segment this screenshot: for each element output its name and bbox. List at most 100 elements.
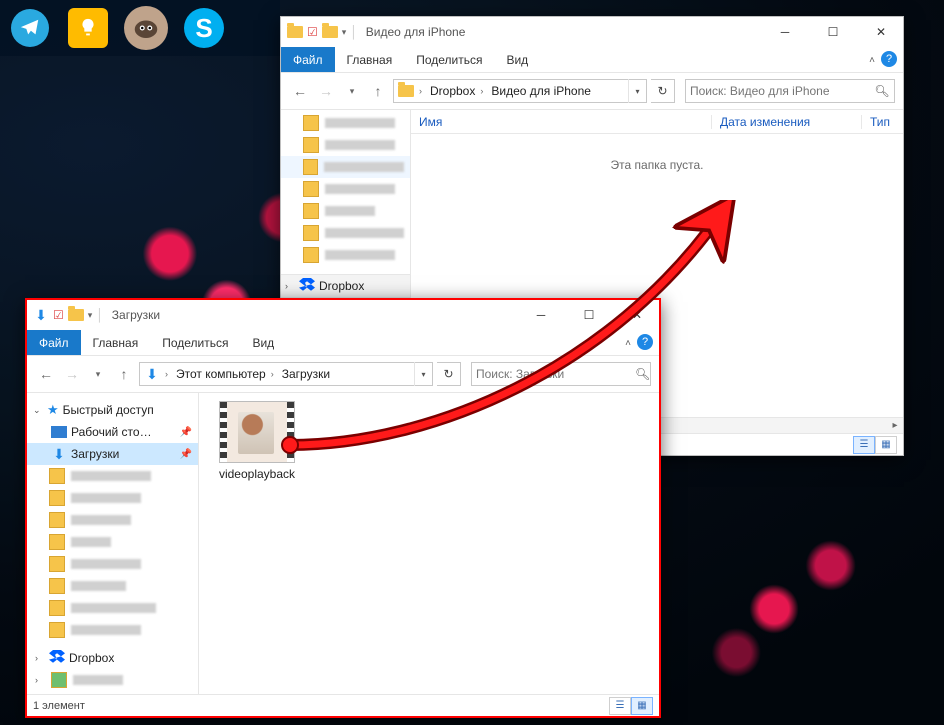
nav-up-button[interactable]: ↑: [367, 80, 389, 102]
tree-item-quick-access[interactable]: ⌄ ★ Быстрый доступ: [27, 399, 198, 421]
help-icon[interactable]: ?: [637, 334, 653, 350]
close-button[interactable]: ✕: [859, 18, 903, 46]
tree-item[interactable]: [27, 619, 198, 641]
tree-item[interactable]: [27, 553, 198, 575]
minimize-button[interactable]: ─: [763, 18, 807, 46]
window-title: Видео для iPhone: [366, 25, 466, 39]
downloads-icon: ⬇: [144, 366, 160, 382]
search-input[interactable]: [686, 84, 870, 98]
search-input[interactable]: [472, 367, 635, 381]
tree-item[interactable]: [27, 531, 198, 553]
tree-label: Dropbox: [69, 651, 114, 665]
tree-item[interactable]: [27, 509, 198, 531]
tree-item[interactable]: [281, 112, 410, 134]
view-details-button[interactable]: ☰: [609, 697, 631, 715]
titlebar[interactable]: ☑ ▾ │ Видео для iPhone ─ ☐ ✕: [281, 17, 903, 47]
minimize-button[interactable]: ─: [519, 301, 563, 329]
nav-forward-button[interactable]: →: [315, 80, 337, 102]
content-pane[interactable]: videoplayback: [199, 393, 659, 694]
tree-item[interactable]: [281, 222, 410, 244]
window-title: Загрузки: [112, 308, 160, 322]
taskbar-app-gimp[interactable]: [118, 0, 174, 56]
taskbar-app-keep[interactable]: [60, 0, 116, 56]
telegram-icon: [11, 9, 49, 47]
nav-forward-button[interactable]: →: [61, 363, 83, 385]
tree-item[interactable]: [27, 465, 198, 487]
refresh-button[interactable]: ↻: [437, 362, 461, 386]
tree-item[interactable]: [281, 200, 410, 222]
skype-icon: S: [184, 8, 224, 48]
view-details-button[interactable]: ☰: [853, 436, 875, 454]
breadcrumb-bar[interactable]: › Dropbox› Видео для iPhone ▾: [393, 79, 647, 103]
taskbar-app-telegram[interactable]: [2, 0, 58, 56]
ribbon-tab-home[interactable]: Главная: [81, 330, 151, 355]
ribbon-collapse-icon[interactable]: ˄: [625, 338, 631, 349]
folder-icon: [287, 26, 303, 38]
taskbar-app-skype[interactable]: S: [176, 0, 232, 56]
close-button[interactable]: ✕: [615, 301, 659, 329]
tree-item-dropbox[interactable]: › Dropbox: [27, 647, 198, 669]
tree-item[interactable]: [27, 575, 198, 597]
column-headers[interactable]: Имя Дата изменения Тип: [411, 110, 903, 134]
ribbon-tab-view[interactable]: Вид: [494, 47, 540, 72]
view-icons-button[interactable]: ▦: [875, 436, 897, 454]
dropbox-icon: [49, 650, 65, 666]
tree-item[interactable]: [27, 597, 198, 619]
tree-label: Рабочий сто…: [71, 425, 152, 439]
col-header-type[interactable]: Тип: [861, 115, 903, 129]
crumb-downloads[interactable]: Загрузки: [282, 367, 330, 381]
ribbon-tab-share[interactable]: Поделиться: [150, 330, 240, 355]
tree-item[interactable]: [27, 487, 198, 509]
expander-icon[interactable]: ⌄: [33, 405, 43, 416]
explorer-window-downloads: ⬇ ☑ ▾ │ Загрузки ─ ☐ ✕ Файл Главная Поде…: [25, 298, 661, 718]
navigation-pane[interactable]: ⌄ ★ Быстрый доступ Рабочий сто… 📌 ⬇ Загр…: [27, 393, 199, 694]
nav-history-button[interactable]: ▾: [87, 363, 109, 385]
crumb-dropbox[interactable]: Dropbox: [430, 84, 475, 98]
nav-back-button[interactable]: ←: [35, 363, 57, 385]
nav-up-button[interactable]: ↑: [113, 363, 135, 385]
ribbon: Файл Главная Поделиться Вид ˄ ?: [27, 330, 659, 356]
search-icon[interactable]: 🔍︎: [870, 84, 894, 98]
tree-item[interactable]: [281, 244, 410, 266]
nav-back-button[interactable]: ←: [289, 80, 311, 102]
search-box[interactable]: 🔍︎: [685, 79, 895, 103]
ribbon-collapse-icon[interactable]: ˄: [869, 55, 875, 66]
ribbon-tab-file[interactable]: Файл: [27, 330, 81, 355]
expander-icon[interactable]: ›: [285, 281, 295, 291]
search-icon[interactable]: 🔍︎: [635, 367, 650, 381]
ribbon-tab-view[interactable]: Вид: [240, 330, 286, 355]
col-header-date[interactable]: Дата изменения: [711, 115, 861, 129]
col-header-name[interactable]: Имя: [411, 115, 711, 129]
tree-item[interactable]: [281, 156, 410, 178]
scroll-right-icon[interactable]: ▸: [887, 420, 903, 431]
address-dropdown-button[interactable]: ▾: [628, 79, 646, 103]
view-icons-button[interactable]: ▦: [631, 697, 653, 715]
status-text: 1 элемент: [33, 700, 85, 712]
help-icon[interactable]: ?: [881, 51, 897, 67]
crumb-this-pc[interactable]: Этот компьютер: [176, 367, 266, 381]
qat-checkbox-icon[interactable]: ☑: [307, 25, 318, 39]
tree-label: Быстрый доступ: [63, 403, 154, 417]
ribbon-tab-share[interactable]: Поделиться: [404, 47, 494, 72]
refresh-button[interactable]: ↻: [651, 79, 675, 103]
ribbon-tab-file[interactable]: Файл: [281, 47, 335, 72]
crumb-folder[interactable]: Видео для iPhone: [491, 84, 591, 98]
tree-item[interactable]: [281, 178, 410, 200]
tree-item[interactable]: ›: [27, 669, 198, 691]
address-dropdown-button[interactable]: ▾: [414, 362, 432, 386]
tree-item-dropbox[interactable]: › Dropbox: [281, 274, 410, 298]
tree-item-desktop[interactable]: Рабочий сто… 📌: [27, 421, 198, 443]
expander-icon[interactable]: ›: [35, 653, 45, 663]
downloads-icon: ⬇: [33, 307, 49, 323]
maximize-button[interactable]: ☐: [811, 18, 855, 46]
file-item-video[interactable]: videoplayback: [207, 401, 307, 481]
qat-checkbox-icon[interactable]: ☑: [53, 308, 64, 322]
nav-history-button[interactable]: ▾: [341, 80, 363, 102]
tree-item[interactable]: [281, 134, 410, 156]
search-box[interactable]: 🔍︎: [471, 362, 651, 386]
tree-item-downloads[interactable]: ⬇ Загрузки 📌: [27, 443, 198, 465]
maximize-button[interactable]: ☐: [567, 301, 611, 329]
breadcrumb-bar[interactable]: ⬇› Этот компьютер› Загрузки ▾: [139, 362, 433, 386]
titlebar[interactable]: ⬇ ☑ ▾ │ Загрузки ─ ☐ ✕: [27, 300, 659, 330]
ribbon-tab-home[interactable]: Главная: [335, 47, 405, 72]
